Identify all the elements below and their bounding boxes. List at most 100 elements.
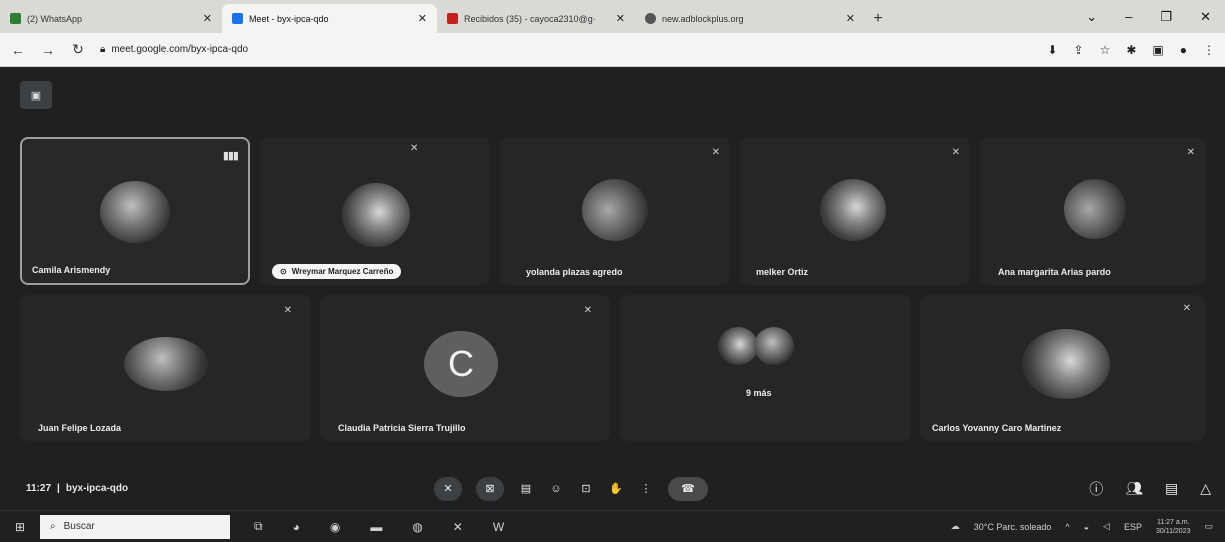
avatar bbox=[582, 179, 648, 241]
participant-name: Camila Arismendy bbox=[32, 265, 111, 275]
task-view-icon[interactable]: ⧉ bbox=[254, 519, 263, 534]
close-icon[interactable]: ✕ bbox=[418, 12, 427, 25]
people-icon[interactable]: 👥︎ bbox=[1125, 480, 1143, 497]
avatar bbox=[718, 327, 758, 365]
mic-off-icon: ✕ bbox=[1186, 147, 1195, 158]
more-participants-tile[interactable]: 9 más bbox=[620, 295, 910, 441]
minimize-icon[interactable]: – bbox=[1125, 9, 1132, 24]
new-tab-button[interactable]: + bbox=[865, 4, 891, 33]
taskbar-search[interactable]: ⌕ Buscar bbox=[40, 514, 230, 539]
extensions-icon[interactable]: ✱ bbox=[1126, 43, 1136, 57]
info-icon[interactable]: ⓘ bbox=[1089, 479, 1103, 499]
taskbar-clock[interactable]: 11:27 a.m. 30/11/2023 bbox=[1156, 518, 1191, 536]
chevron-down-icon[interactable]: ⌄ bbox=[1086, 9, 1097, 25]
avatar bbox=[1064, 179, 1126, 239]
participant-tile[interactable]: ✕ Ana margarita Arias pardo bbox=[980, 137, 1205, 285]
participant-tile[interactable]: ✕ yolanda plazas agredo bbox=[500, 137, 730, 285]
close-icon[interactable]: ✕ bbox=[1200, 9, 1211, 25]
avatar bbox=[1022, 329, 1110, 399]
participant-tile[interactable]: ✕ ⊙ Wreymar Marquez Carreño bbox=[260, 137, 490, 285]
back-icon[interactable]: ← bbox=[10, 42, 26, 58]
language-indicator[interactable]: ESP bbox=[1124, 522, 1142, 532]
share-icon[interactable]: ⇪ bbox=[1074, 43, 1084, 57]
avatar bbox=[820, 179, 886, 241]
participant-tile[interactable]: ✕ Juan Felipe Lozada bbox=[20, 295, 310, 441]
star-icon[interactable]: ☆ bbox=[1100, 43, 1111, 57]
weather-text[interactable]: 30°C Parc. soleado bbox=[974, 522, 1052, 532]
tab-label: Meet - byx-ipca-qdo bbox=[249, 13, 329, 24]
windows-start-icon[interactable]: ⊞ bbox=[0, 520, 40, 534]
mic-off-icon: ✕ bbox=[583, 305, 592, 316]
sidepanel-icon[interactable]: ▣ bbox=[1152, 43, 1163, 57]
tab-gmail[interactable]: Recibidos (35) - cayoca2310@g· ✕ bbox=[437, 4, 635, 33]
window-controls: ⌄ – ❐ ✕ bbox=[1086, 0, 1225, 33]
chat-icon[interactable]: ▤ bbox=[1165, 480, 1178, 497]
pinned-name-badge: ⊙ Wreymar Marquez Carreño bbox=[272, 264, 402, 279]
participant-name: Juan Felipe Lozada bbox=[38, 423, 122, 433]
present-screen-button[interactable]: ⊡ bbox=[578, 477, 594, 501]
captions-button[interactable]: ▤ bbox=[518, 477, 534, 501]
download-icon[interactable]: ⬇ bbox=[1047, 43, 1057, 57]
avatar-initial: C bbox=[424, 331, 498, 397]
meeting-code: byx-ipca-qdo bbox=[65, 483, 129, 494]
word-icon[interactable]: W bbox=[493, 520, 504, 534]
tab-label: Recibidos (35) - cayoca2310@g· bbox=[464, 13, 596, 24]
tab-adblock[interactable]: new.adblockplus.org ✕ bbox=[635, 4, 865, 33]
clock-time: 11:27 a.m. bbox=[1156, 518, 1190, 526]
participant-name: yolanda plazas agredo bbox=[526, 267, 623, 277]
participant-tile[interactable]: ✕ melker Ortiz bbox=[740, 137, 970, 285]
search-icon: ⌕ bbox=[50, 521, 56, 532]
meeting-details-icon[interactable]: ▣ bbox=[20, 81, 52, 109]
media-icon[interactable]: ◍ bbox=[412, 520, 422, 534]
mic-off-icon: ✕ bbox=[283, 305, 292, 316]
close-icon[interactable]: ✕ bbox=[203, 12, 212, 25]
participant-name: melker Ortiz bbox=[756, 267, 809, 277]
participant-name: Ana margarita Arias pardo bbox=[998, 267, 1111, 277]
reload-icon[interactable]: ↻ bbox=[70, 41, 86, 58]
tab-whatsapp[interactable]: (2) WhatsApp ✕ bbox=[0, 4, 222, 33]
activities-icon[interactable]: △ bbox=[1200, 480, 1211, 497]
emoji-button[interactable]: ☺ bbox=[548, 477, 564, 501]
tray-overflow-icon[interactable]: ^ bbox=[1065, 522, 1069, 532]
network-icon[interactable]: ◒ bbox=[1084, 522, 1089, 532]
meet-icon bbox=[232, 13, 243, 24]
mic-toggle-button[interactable]: ✕ bbox=[434, 476, 462, 501]
pin-icon: ⊙ bbox=[280, 267, 287, 276]
call-controls: ✕ ⊠ ▤ ☺ ⊡ ✋ ⋮ ☎ bbox=[434, 476, 708, 501]
camera-toggle-button[interactable]: ⊠ bbox=[476, 476, 504, 501]
participant-tile[interactable]: ▮▮▮ Camila Arismendy bbox=[20, 137, 250, 285]
url-field[interactable]: 🔒︎ meet.google.com/byx-ipca-qdo bbox=[100, 44, 1033, 55]
excel-icon[interactable]: ✕ bbox=[453, 520, 463, 534]
close-icon[interactable]: ✕ bbox=[846, 12, 855, 25]
forward-icon[interactable]: → bbox=[40, 42, 56, 58]
tab-label: (2) WhatsApp bbox=[27, 13, 83, 24]
mic-off-icon: ✕ bbox=[410, 143, 419, 154]
file-explorer-icon[interactable]: ▬ bbox=[370, 520, 382, 534]
participant-name: Wreymar Marquez Carreño bbox=[291, 267, 394, 276]
lock-icon: 🔒︎ bbox=[100, 44, 106, 55]
globe-icon bbox=[645, 13, 656, 24]
more-options-button[interactable]: ⋮ bbox=[638, 477, 654, 501]
gmail-icon bbox=[447, 13, 458, 24]
raise-hand-button[interactable]: ✋ bbox=[608, 477, 624, 501]
volume-icon[interactable]: ◁ bbox=[1103, 521, 1110, 532]
edge-icon[interactable]: ◕ bbox=[293, 520, 300, 534]
end-call-button[interactable]: ☎ bbox=[668, 476, 708, 501]
clock-date: 30/11/2023 bbox=[1155, 527, 1191, 535]
participant-tile[interactable]: ✕ C Claudia Patricia Sierra Trujillo bbox=[320, 295, 610, 441]
speaking-indicator-icon: ▮▮▮ bbox=[222, 150, 239, 162]
mic-off-icon: ✕ bbox=[711, 147, 720, 158]
close-icon[interactable]: ✕ bbox=[616, 12, 625, 25]
browser-tab-bar: (2) WhatsApp ✕ Meet - byx-ipca-qdo ✕ Rec… bbox=[0, 0, 1225, 33]
notifications-icon[interactable]: ▭ bbox=[1204, 521, 1213, 532]
separator: | bbox=[57, 483, 60, 494]
participant-name: Claudia Patricia Sierra Trujillo bbox=[338, 423, 466, 433]
chrome-icon[interactable]: ◉ bbox=[330, 520, 340, 534]
participant-tile[interactable]: ✕ Carlos Yovanny Caro Martinez bbox=[920, 295, 1205, 441]
tab-meet[interactable]: Meet - byx-ipca-qdo ✕ bbox=[222, 4, 437, 33]
profile-icon[interactable]: ● bbox=[1180, 43, 1187, 57]
menu-icon[interactable]: ⋮ bbox=[1203, 43, 1215, 57]
restore-icon[interactable]: ❐ bbox=[1160, 9, 1172, 25]
browser-toolbar: ⬇ ⇪ ☆ ✱ ▣ ● ⋮ bbox=[1047, 43, 1215, 57]
whatsapp-icon bbox=[10, 13, 21, 24]
